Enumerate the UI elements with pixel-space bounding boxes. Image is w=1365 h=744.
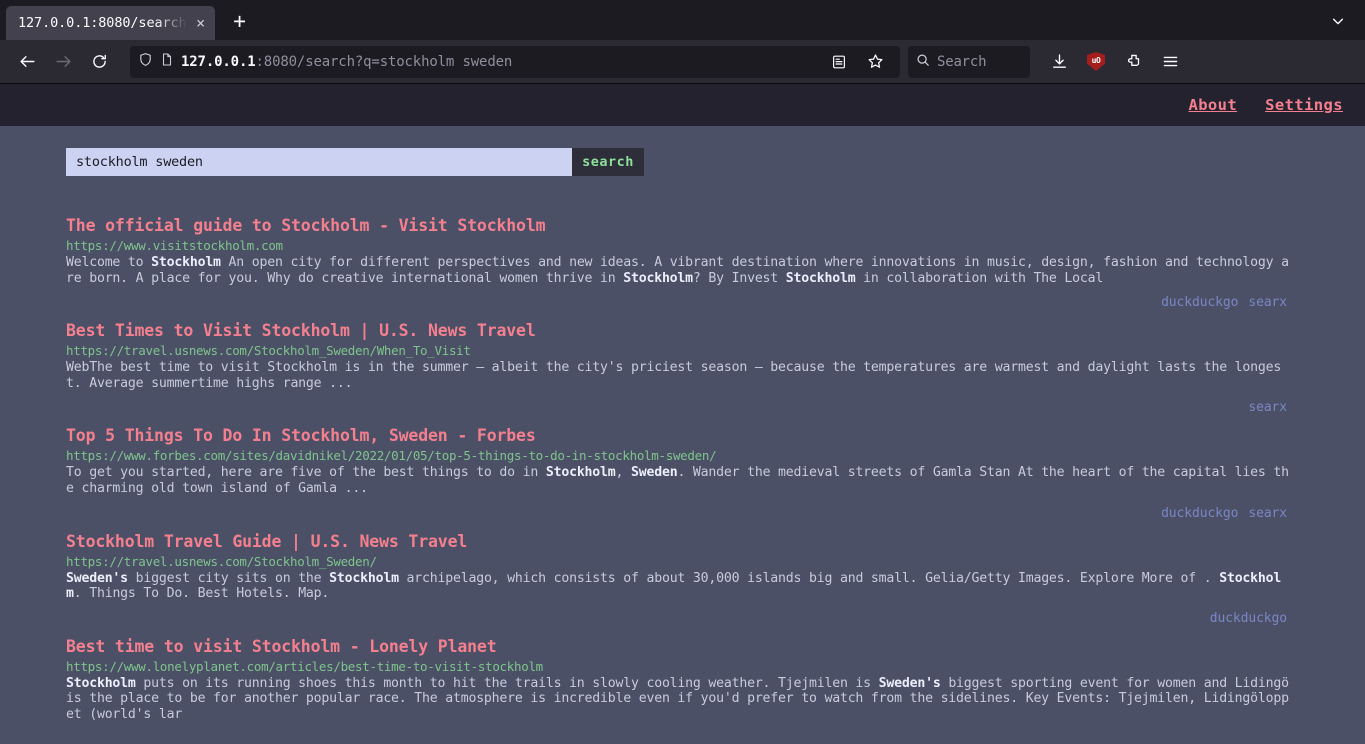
app-menu-icon[interactable] [1153, 46, 1187, 78]
result-item: Stockholm Travel Guide | U.S. News Trave… [66, 532, 1293, 631]
result-engines: duckduckgo searx [66, 506, 1293, 526]
engine-tag: duckduckgo [1209, 610, 1287, 626]
result-item: The official guide to Stockholm - Visit … [66, 216, 1293, 315]
back-icon[interactable] [10, 46, 44, 78]
result-item: Best Times to Visit Stockholm | U.S. New… [66, 321, 1293, 420]
extensions-icon[interactable] [1116, 46, 1150, 78]
urlbar-actions [822, 46, 892, 78]
navigation-toolbar: 127.0.0.1:8080/search?q=stockholm sweden… [0, 40, 1365, 84]
result-engines: duckduckgo searx [66, 295, 1293, 315]
search-form: search [66, 148, 644, 176]
browser-search-bar[interactable]: Search [908, 45, 1030, 78]
search-submit-button[interactable]: search [572, 148, 644, 176]
close-icon[interactable]: × [191, 13, 211, 33]
bookmark-star-icon[interactable] [858, 46, 892, 78]
result-engines: duckduckgo [66, 611, 1293, 631]
forward-icon[interactable] [46, 46, 80, 78]
nav-link-settings[interactable]: Settings [1265, 96, 1343, 114]
result-title-link[interactable]: Stockholm Travel Guide | U.S. News Trave… [66, 532, 1293, 551]
page-info-icon[interactable] [160, 52, 174, 71]
result-url-link[interactable]: https://www.visitstockholm.com [66, 238, 1293, 253]
url-host: 127.0.0.1 [181, 53, 256, 70]
result-title-link[interactable]: Best time to visit Stockholm - Lonely Pl… [66, 637, 1293, 656]
new-tab-button[interactable]: + [223, 4, 257, 38]
result-snippet: Welcome to Stockholm An open city for di… [66, 255, 1289, 286]
result-snippet: To get you started, here are five of the… [66, 465, 1289, 496]
search-input[interactable] [66, 148, 572, 176]
engine-tag: searx [1248, 505, 1287, 521]
result-url-link[interactable]: https://travel.usnews.com/Stockholm_Swed… [66, 554, 1293, 569]
ublock-shield-glyph: uO [1087, 52, 1105, 71]
toolbar-right-actions: uO [1042, 46, 1187, 78]
engine-tag: duckduckgo [1161, 295, 1239, 311]
result-snippet: WebThe best time to visit Stockholm is i… [66, 360, 1282, 391]
chevron-down-icon[interactable] [1325, 8, 1351, 34]
search-icon [916, 52, 930, 71]
tab-strip: 127.0.0.1:8080/search × + [0, 0, 1365, 40]
searx-page: About Settings search The official guide… [0, 84, 1365, 744]
result-url-link[interactable]: https://www.forbes.com/sites/davidnikel/… [66, 448, 1293, 463]
browser-search-placeholder: Search [937, 53, 987, 70]
ublock-origin-icon[interactable]: uO [1079, 46, 1113, 78]
tab-title: 127.0.0.1:8080/search [18, 15, 187, 31]
browser-tab[interactable]: 127.0.0.1:8080/search × [6, 6, 215, 40]
url-bar[interactable]: 127.0.0.1:8080/search?q=stockholm sweden [130, 45, 900, 78]
result-item: Best time to visit Stockholm - Lonely Pl… [66, 637, 1293, 744]
result-snippet: Stockholm puts on its running shoes this… [66, 675, 1289, 722]
search-area: search [0, 126, 1365, 176]
result-url-link[interactable]: https://travel.usnews.com/Stockholm_Swed… [66, 343, 1293, 358]
url-text: 127.0.0.1:8080/search?q=stockholm sweden [181, 54, 512, 70]
result-title-link[interactable]: Best Times to Visit Stockholm | U.S. New… [66, 321, 1293, 340]
engine-tag: searx [1248, 295, 1287, 311]
engine-tag: searx [1248, 400, 1287, 416]
result-engines: searx [66, 400, 1293, 420]
browser-chrome: 127.0.0.1:8080/search × + 127.0.0.1:8080… [0, 0, 1365, 84]
reader-view-icon[interactable] [822, 46, 856, 78]
result-url-link[interactable]: https://www.lonelyplanet.com/articles/be… [66, 659, 1293, 674]
reload-icon[interactable] [82, 46, 116, 78]
result-snippet: Sweden's biggest city sits on the Stockh… [66, 570, 1282, 602]
results-list: The official guide to Stockholm - Visit … [0, 176, 1365, 744]
nav-link-about[interactable]: About [1188, 96, 1237, 114]
download-icon[interactable] [1042, 46, 1076, 78]
result-item: Top 5 Things To Do In Stockholm, Sweden … [66, 426, 1293, 525]
url-path: :8080/search?q=stockholm sweden [255, 53, 513, 70]
result-title-link[interactable]: Top 5 Things To Do In Stockholm, Sweden … [66, 426, 1293, 445]
result-title-link[interactable]: The official guide to Stockholm - Visit … [66, 216, 1293, 235]
site-header: About Settings [0, 84, 1365, 126]
engine-tag: duckduckgo [1161, 505, 1239, 521]
shield-icon[interactable] [138, 52, 153, 71]
result-engines [66, 732, 1293, 744]
